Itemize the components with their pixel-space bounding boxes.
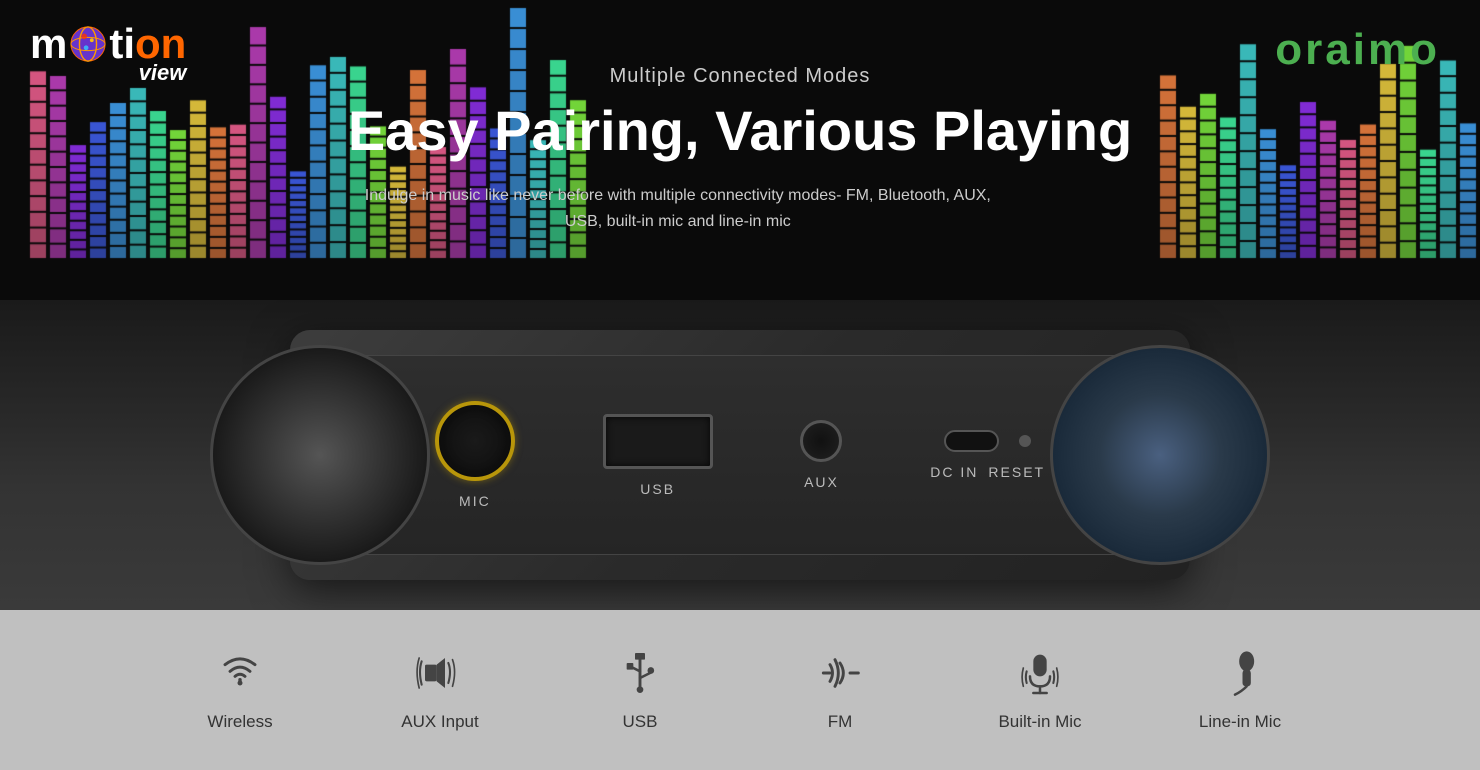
dc-reset-group: DC IN RESET xyxy=(930,430,1045,480)
usb-icon xyxy=(615,648,665,698)
connectivity-section: Wireless AUX Input xyxy=(0,610,1480,770)
aux-input-label: AUX Input xyxy=(401,712,479,732)
subtitle: Multiple Connected Modes xyxy=(348,65,1132,88)
speaker-right-driver xyxy=(1050,345,1270,565)
builtin-mic-icon xyxy=(1015,648,1065,698)
port-panel: MIC USB AUX xyxy=(350,355,1130,555)
wireless-icon xyxy=(215,648,265,698)
usb-slot xyxy=(603,414,713,469)
dc-reset-row xyxy=(944,430,1031,452)
dcin-label: DC IN xyxy=(930,464,978,480)
main-title: Easy Pairing, Various Playing xyxy=(348,98,1132,163)
oraimo-text: oraimo xyxy=(1275,25,1440,74)
aux-jack xyxy=(800,420,842,462)
top-content: Multiple Connected Modes Easy Pairing, V… xyxy=(348,65,1132,234)
logo-globe-icon xyxy=(69,25,107,63)
linein-mic-icon xyxy=(1215,648,1265,698)
linein-mic-label: Line-in Mic xyxy=(1199,712,1281,732)
usb-port-item: USB xyxy=(603,414,713,497)
dc-reset-labels: DC IN RESET xyxy=(930,464,1045,480)
top-section: m ti on view xyxy=(0,0,1480,300)
speaker-section: MIC USB AUX xyxy=(0,300,1480,610)
mic-jack-port xyxy=(435,401,515,481)
speaker-left-driver xyxy=(210,345,430,565)
connectivity-aux: AUX Input xyxy=(340,648,540,732)
wireless-label: Wireless xyxy=(207,712,272,732)
logo-view-text: view xyxy=(139,60,187,86)
aux-input-icon xyxy=(415,648,465,698)
brand-logo: m ti on view xyxy=(30,20,186,68)
aux-port-item: AUX xyxy=(800,420,842,490)
builtin-mic-label: Built-in Mic xyxy=(998,712,1081,732)
reset-label: RESET xyxy=(988,464,1045,480)
fm-label: FM xyxy=(828,712,853,732)
mic-port-item: MIC xyxy=(435,401,515,509)
connectivity-wireless: Wireless xyxy=(140,648,340,732)
logo-tion: ti xyxy=(109,20,135,68)
oraimo-logo: oraimo xyxy=(1275,25,1440,75)
fm-icon xyxy=(815,648,865,698)
aux-label: AUX xyxy=(804,474,839,490)
logo-m: m xyxy=(30,20,67,68)
connectivity-linein-mic: Line-in Mic xyxy=(1140,648,1340,732)
page-wrapper: m ti on view xyxy=(0,0,1480,770)
connectivity-usb: USB xyxy=(540,648,740,732)
dc-in-port xyxy=(944,430,999,452)
connectivity-builtin-mic: Built-in Mic xyxy=(940,648,1140,732)
reset-button xyxy=(1019,435,1031,447)
description: Indulge in music like never before with … xyxy=(348,183,1008,234)
usb-label: USB xyxy=(640,481,675,497)
usb-label: USB xyxy=(623,712,658,732)
mic-label: MIC xyxy=(459,493,491,509)
speaker-panel: MIC USB AUX xyxy=(290,330,1190,580)
connectivity-fm: FM xyxy=(740,648,940,732)
